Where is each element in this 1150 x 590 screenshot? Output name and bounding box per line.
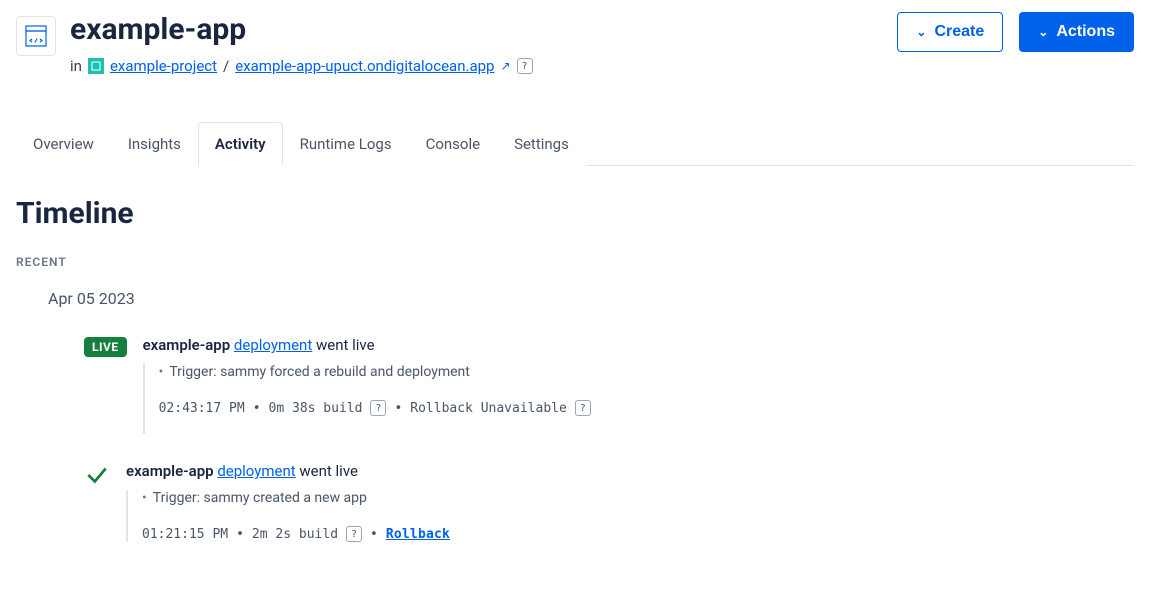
app-title: example-app [70,12,533,47]
rollback-link[interactable]: Rollback [386,527,450,542]
trigger-line: • Trigger: sammy created a new app [142,490,1134,506]
meta-line: 02:43:17 PM • 0m 38s build ? • Rollback … [159,400,1134,416]
tabs: Overview Insights Activity Runtime Logs … [16,121,1134,166]
actions-button[interactable]: ⌄ Actions [1019,12,1134,52]
project-icon [88,58,104,74]
section-label: RECENT [16,255,1134,269]
chevron-down-icon: ⌄ [916,25,926,39]
timeline-event: example-app deployment went live • Trigg… [84,462,1134,542]
project-link[interactable]: example-project [110,57,217,75]
breadcrumb: in example-project / example-app-upuct.o… [70,57,533,75]
help-icon[interactable]: ? [517,58,533,74]
event-title: example-app deployment went live [143,336,1134,354]
help-icon[interactable]: ? [370,400,386,416]
page-title: Timeline [16,196,1134,231]
timeline-event: LIVE example-app deployment went live • … [84,336,1134,434]
deployment-link[interactable]: deployment [217,462,295,480]
external-link-icon[interactable]: ↗ [500,59,510,73]
chevron-down-icon: ⌄ [1038,25,1048,39]
app-icon [16,16,56,56]
tab-insights[interactable]: Insights [111,122,198,166]
tab-settings[interactable]: Settings [497,122,586,166]
bullet-icon: • [142,491,147,505]
trigger-line: • Trigger: sammy forced a rebuild and de… [159,364,1134,380]
meta-line: 01:21:15 PM • 2m 2s build ? • Rollback [142,526,1134,542]
create-button[interactable]: ⌄ Create [897,12,1003,52]
live-badge: LIVE [84,337,127,357]
app-url-link[interactable]: example-app-upuct.ondigitalocean.app [235,57,494,75]
tab-runtime-logs[interactable]: Runtime Logs [283,122,409,166]
bullet-icon: • [159,365,164,379]
checkmark-icon [84,462,110,492]
tab-console[interactable]: Console [409,122,498,166]
deployment-link[interactable]: deployment [234,336,312,354]
in-label: in [70,57,82,75]
event-title: example-app deployment went live [126,462,1134,480]
rollback-unavailable: Rollback Unavailable [410,401,567,416]
help-icon[interactable]: ? [575,400,591,416]
date-header: Apr 05 2023 [48,289,1134,308]
tab-activity[interactable]: Activity [198,122,283,166]
separator: / [223,57,229,75]
tab-overview[interactable]: Overview [16,122,111,166]
help-icon[interactable]: ? [346,526,362,542]
